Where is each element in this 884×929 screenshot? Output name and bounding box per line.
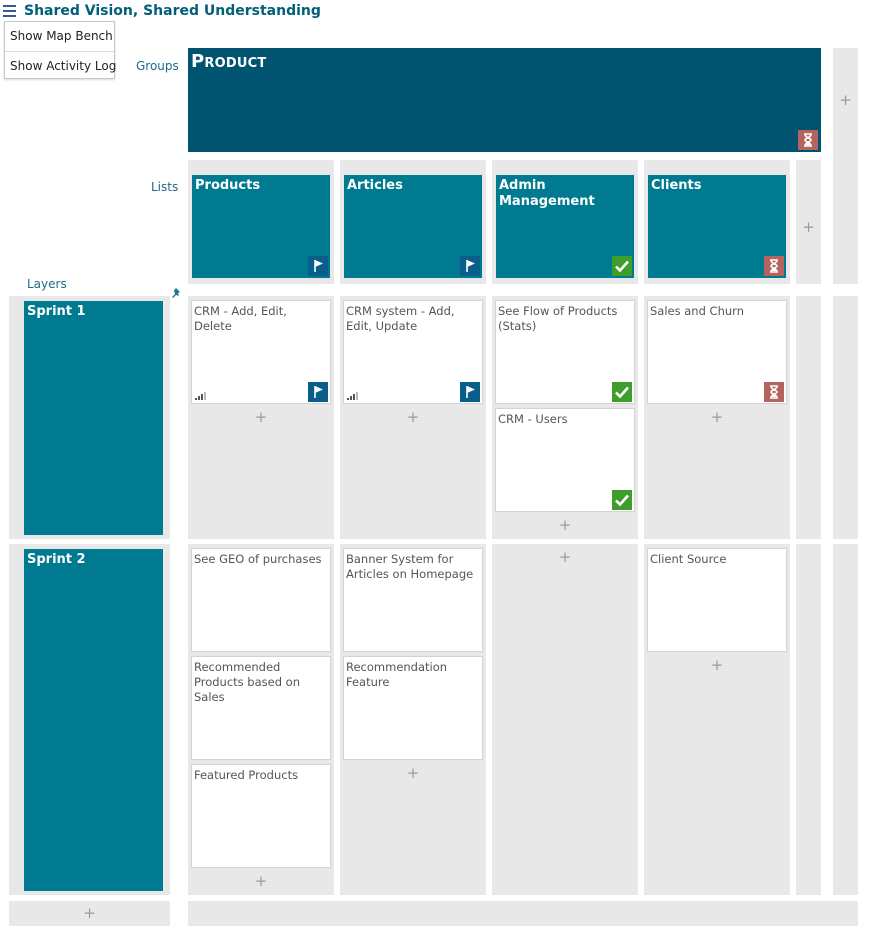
story-text: Recommended Products based on Sales (194, 660, 301, 704)
spacer-lane (796, 296, 821, 539)
layer-title: Sprint 1 (27, 304, 86, 319)
layer-card-sprint-2[interactable]: Sprint 2 (24, 549, 163, 891)
check-icon (612, 256, 632, 276)
hourglass-icon (764, 256, 784, 276)
add-card-button[interactable]: + (492, 549, 638, 565)
story-text: See Flow of Products (Stats) (498, 304, 618, 333)
groups-label: Groups (136, 59, 179, 73)
show-activity-log-item[interactable]: Show Activity Log (5, 51, 116, 80)
add-group-button[interactable]: + (833, 92, 858, 108)
map-menu: Show Map Bench Show Activity Log (4, 21, 116, 80)
story-card[interactable]: See GEO of purchases (191, 548, 331, 652)
story-card[interactable]: CRM system - Add, Edit, Update (343, 300, 483, 404)
check-icon (612, 382, 632, 402)
list-card-admin-management[interactable]: Admin Management (496, 175, 634, 278)
add-layer-lane[interactable]: + (9, 901, 170, 926)
story-card[interactable]: Client Source (647, 548, 787, 652)
story-text: Sales and Churn (650, 304, 744, 318)
story-card[interactable]: CRM - Users (495, 408, 635, 512)
list-title: Clients (651, 178, 702, 193)
check-icon (612, 490, 632, 510)
add-layer-button[interactable]: + (9, 905, 170, 921)
story-card[interactable]: Sales and Churn (647, 300, 787, 404)
story-text: CRM - Users (498, 412, 568, 426)
hourglass-icon (798, 130, 818, 150)
add-group-lane[interactable]: + (833, 48, 858, 284)
add-card-button[interactable]: + (644, 657, 790, 673)
layer-title: Sprint 2 (27, 552, 86, 567)
list-card-clients[interactable]: Clients (648, 175, 786, 278)
story-card[interactable]: Recommended Products based on Sales (191, 656, 331, 760)
bottom-spacer-lane (188, 901, 858, 926)
story-card[interactable]: Recommendation Feature (343, 656, 483, 760)
lists-label: Lists (151, 180, 179, 194)
add-card-button[interactable]: + (644, 409, 790, 425)
list-title: Products (195, 178, 261, 193)
story-text: Recommendation Feature (346, 660, 448, 689)
add-list-button[interactable]: + (796, 219, 821, 235)
map-title: Shared Vision, Shared Understanding (24, 3, 321, 19)
show-map-bench-item[interactable]: Show Map Bench (5, 22, 114, 51)
add-card-button[interactable]: + (340, 409, 486, 425)
story-text: Client Source (650, 552, 727, 566)
story-text: CRM - Add, Edit, Delete (194, 304, 287, 333)
add-list-lane[interactable]: + (796, 160, 821, 284)
flag-icon (460, 256, 480, 276)
list-title: Admin Management (499, 178, 595, 209)
pin-icon[interactable] (170, 284, 182, 298)
flag-icon (308, 382, 328, 402)
hourglass-icon (764, 382, 784, 402)
spacer-lane (796, 544, 821, 895)
spacer-lane (833, 296, 858, 539)
flag-icon (460, 382, 480, 402)
story-card[interactable]: Banner System for Articles on Homepage (343, 548, 483, 652)
story-text: CRM system - Add, Edit, Update (346, 304, 455, 333)
cell-lane: + (492, 544, 638, 895)
add-card-button[interactable]: + (492, 517, 638, 533)
group-card-product[interactable]: Product (188, 48, 821, 152)
layers-label: Layers (27, 277, 67, 291)
story-card[interactable]: CRM - Add, Edit, Delete (191, 300, 331, 404)
hamburger-icon[interactable] (3, 5, 16, 18)
signal-bars-icon (347, 392, 359, 400)
story-card[interactable]: Featured Products (191, 764, 331, 868)
add-card-button[interactable]: + (188, 409, 334, 425)
signal-bars-icon (195, 392, 207, 400)
spacer-lane (833, 544, 858, 895)
story-card[interactable]: See Flow of Products (Stats) (495, 300, 635, 404)
add-card-button[interactable]: + (340, 765, 486, 781)
list-card-articles[interactable]: Articles (344, 175, 482, 278)
add-card-button[interactable]: + (188, 873, 334, 889)
list-card-products[interactable]: Products (192, 175, 330, 278)
story-text: See GEO of purchases (194, 552, 322, 566)
flag-icon (308, 256, 328, 276)
list-title: Articles (347, 178, 403, 193)
story-text: Featured Products (194, 768, 299, 782)
layer-card-sprint-1[interactable]: Sprint 1 (24, 301, 163, 535)
group-title: Product (191, 51, 267, 72)
story-text: Banner System for Articles on Homepage (346, 552, 474, 581)
